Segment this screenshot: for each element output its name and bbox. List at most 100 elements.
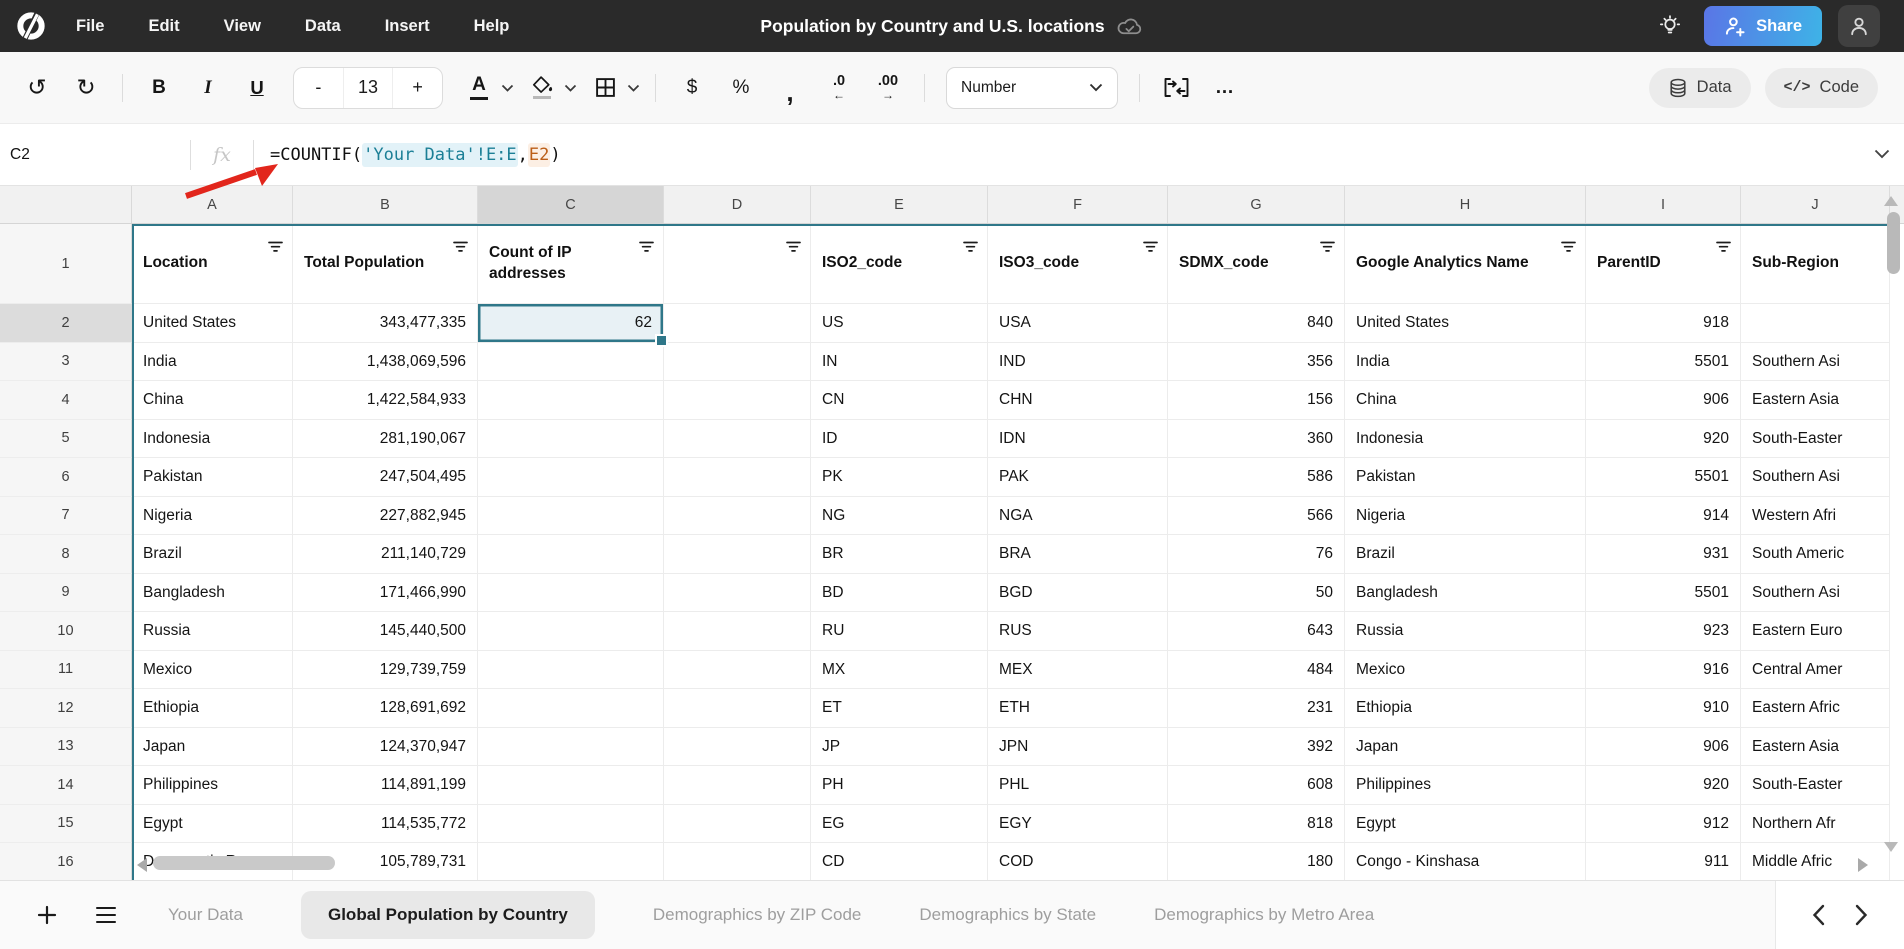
cell-H7[interactable]: Nigeria bbox=[1345, 497, 1586, 536]
cell-I3[interactable]: 5501 bbox=[1586, 343, 1741, 382]
cell-F14[interactable]: PHL bbox=[988, 766, 1168, 805]
cell-C3[interactable] bbox=[478, 343, 664, 382]
cell-F5[interactable]: IDN bbox=[988, 420, 1168, 459]
cell-G16[interactable]: 180 bbox=[1168, 843, 1345, 880]
redo-button[interactable]: ↻ bbox=[65, 67, 107, 109]
cell-B9[interactable]: 171,466,990 bbox=[293, 574, 478, 613]
cell-C13[interactable] bbox=[478, 728, 664, 767]
cell-E10[interactable]: RU bbox=[811, 612, 988, 651]
cell-B12[interactable]: 128,691,692 bbox=[293, 689, 478, 728]
cell-D13[interactable] bbox=[664, 728, 811, 767]
cell-G15[interactable]: 818 bbox=[1168, 805, 1345, 844]
increase-decimal-button[interactable]: .00→ bbox=[867, 67, 909, 109]
cell-B4[interactable]: 1,422,584,933 bbox=[293, 381, 478, 420]
cell-A13[interactable]: Japan bbox=[132, 728, 293, 767]
tab-global-population-by-country[interactable]: Global Population by Country bbox=[301, 891, 595, 939]
cell-J7[interactable]: Western Afri bbox=[1741, 497, 1890, 536]
cell-F16[interactable]: COD bbox=[988, 843, 1168, 880]
cell-J2[interactable] bbox=[1741, 304, 1890, 343]
header-cell-F1[interactable]: ISO3_code bbox=[988, 224, 1168, 304]
cell-B3[interactable]: 1,438,069,596 bbox=[293, 343, 478, 382]
column-header-C[interactable]: C bbox=[478, 186, 664, 223]
row-number-13[interactable]: 13 bbox=[0, 728, 132, 767]
cell-I4[interactable]: 906 bbox=[1586, 381, 1741, 420]
cell-G10[interactable]: 643 bbox=[1168, 612, 1345, 651]
cell-F3[interactable]: IND bbox=[988, 343, 1168, 382]
row-number-6[interactable]: 6 bbox=[0, 458, 132, 497]
cell-C4[interactable] bbox=[478, 381, 664, 420]
more-options-button[interactable]: … bbox=[1204, 67, 1246, 109]
cell-G7[interactable]: 566 bbox=[1168, 497, 1345, 536]
horizontal-scrollbar-thumb[interactable] bbox=[153, 856, 335, 870]
cell-F2[interactable]: USA bbox=[988, 304, 1168, 343]
cell-B15[interactable]: 114,535,772 bbox=[293, 805, 478, 844]
cell-E4[interactable]: CN bbox=[811, 381, 988, 420]
cell-B6[interactable]: 247,504,495 bbox=[293, 458, 478, 497]
cell-J9[interactable]: Southern Asi bbox=[1741, 574, 1890, 613]
cell-F7[interactable]: NGA bbox=[988, 497, 1168, 536]
cell-H11[interactable]: Mexico bbox=[1345, 651, 1586, 690]
cell-G6[interactable]: 586 bbox=[1168, 458, 1345, 497]
cell-D5[interactable] bbox=[664, 420, 811, 459]
fill-color-button[interactable] bbox=[521, 67, 563, 109]
cell-G8[interactable]: 76 bbox=[1168, 535, 1345, 574]
menu-file[interactable]: File bbox=[76, 17, 104, 36]
cell-E14[interactable]: PH bbox=[811, 766, 988, 805]
cell-G14[interactable]: 608 bbox=[1168, 766, 1345, 805]
borders-button[interactable] bbox=[584, 67, 626, 109]
cell-A8[interactable]: Brazil bbox=[132, 535, 293, 574]
currency-format-button[interactable]: $ bbox=[671, 67, 713, 109]
cell-I5[interactable]: 920 bbox=[1586, 420, 1741, 459]
cell-B8[interactable]: 211,140,729 bbox=[293, 535, 478, 574]
cell-J6[interactable]: Southern Asi bbox=[1741, 458, 1890, 497]
cell-F6[interactable]: PAK bbox=[988, 458, 1168, 497]
cell-D6[interactable] bbox=[664, 458, 811, 497]
cell-E16[interactable]: CD bbox=[811, 843, 988, 880]
cell-D2[interactable] bbox=[664, 304, 811, 343]
vertical-scrollbar-thumb[interactable] bbox=[1887, 212, 1900, 274]
cell-G2[interactable]: 840 bbox=[1168, 304, 1345, 343]
italic-button[interactable]: I bbox=[187, 67, 229, 109]
cell-E8[interactable]: BR bbox=[811, 535, 988, 574]
cell-A3[interactable]: India bbox=[132, 343, 293, 382]
cell-F11[interactable]: MEX bbox=[988, 651, 1168, 690]
tab-demographics-by-state[interactable]: Demographics by State bbox=[919, 905, 1096, 925]
formula-input[interactable]: =COUNTIF('Your Data'!E:E, E2) bbox=[270, 143, 561, 167]
cell-I7[interactable]: 914 bbox=[1586, 497, 1741, 536]
cell-I13[interactable]: 906 bbox=[1586, 728, 1741, 767]
row-number-4[interactable]: 4 bbox=[0, 381, 132, 420]
cell-H12[interactable]: Ethiopia bbox=[1345, 689, 1586, 728]
text-color-button[interactable]: A bbox=[458, 67, 500, 109]
header-cell-E1[interactable]: ISO2_code bbox=[811, 224, 988, 304]
tab-demographics-by-metro-area[interactable]: Demographics by Metro Area bbox=[1154, 905, 1374, 925]
cell-C2[interactable]: 62 bbox=[478, 304, 664, 343]
cell-D16[interactable] bbox=[664, 843, 811, 880]
row-number-16[interactable]: 16 bbox=[0, 843, 132, 880]
cell-D4[interactable] bbox=[664, 381, 811, 420]
cell-E13[interactable]: JP bbox=[811, 728, 988, 767]
cell-J14[interactable]: South-Easter bbox=[1741, 766, 1890, 805]
cell-A9[interactable]: Bangladesh bbox=[132, 574, 293, 613]
filter-icon[interactable] bbox=[786, 239, 801, 259]
cell-C12[interactable] bbox=[478, 689, 664, 728]
row-number-2[interactable]: 2 bbox=[0, 304, 132, 343]
menu-help[interactable]: Help bbox=[474, 17, 510, 36]
cell-J5[interactable]: South-Easter bbox=[1741, 420, 1890, 459]
cell-C8[interactable] bbox=[478, 535, 664, 574]
borders-chevron-icon[interactable] bbox=[627, 79, 640, 97]
cell-I8[interactable]: 931 bbox=[1586, 535, 1741, 574]
cell-B2[interactable]: 343,477,335 bbox=[293, 304, 478, 343]
row-number-5[interactable]: 5 bbox=[0, 420, 132, 459]
cell-H2[interactable]: United States bbox=[1345, 304, 1586, 343]
cell-B13[interactable]: 124,370,947 bbox=[293, 728, 478, 767]
filter-icon[interactable] bbox=[1320, 239, 1335, 259]
cell-E9[interactable]: BD bbox=[811, 574, 988, 613]
tab-demographics-by-zip-code[interactable]: Demographics by ZIP Code bbox=[653, 905, 862, 925]
filter-icon[interactable] bbox=[1561, 239, 1576, 259]
cell-G13[interactable]: 392 bbox=[1168, 728, 1345, 767]
cell-H10[interactable]: Russia bbox=[1345, 612, 1586, 651]
cell-C10[interactable] bbox=[478, 612, 664, 651]
cell-B5[interactable]: 281,190,067 bbox=[293, 420, 478, 459]
cell-I11[interactable]: 916 bbox=[1586, 651, 1741, 690]
cell-G12[interactable]: 231 bbox=[1168, 689, 1345, 728]
